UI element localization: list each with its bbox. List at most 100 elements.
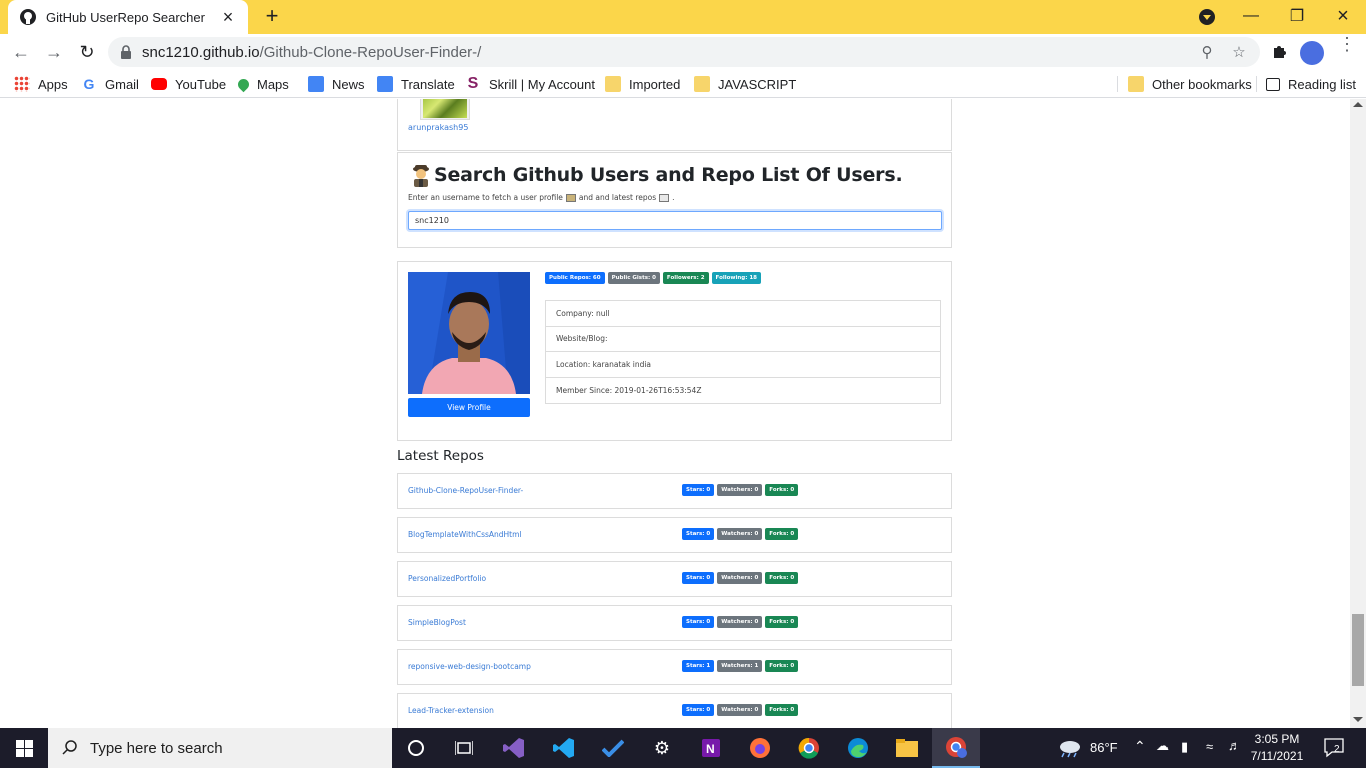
bookmarks-bar: Apps G Gmail YouTube Maps News Translate… (0, 70, 1366, 98)
reading-list[interactable]: Reading list (1266, 75, 1356, 93)
volume-icon[interactable]: ♬ (1228, 738, 1241, 753)
windows-start-icon[interactable] (0, 728, 48, 768)
profile-card-icon (565, 193, 576, 202)
watchers-badge: Watchers: 0 (717, 484, 763, 496)
edge-icon[interactable] (834, 728, 882, 768)
vscode-icon[interactable] (540, 728, 588, 768)
maps-pin-icon (235, 76, 252, 92)
firefox-icon[interactable] (736, 728, 784, 768)
bookmark-other[interactable]: Other bookmarks (1128, 75, 1252, 93)
address-bar[interactable]: snc1210.github.io/Github-Clone-RepoUser-… (108, 37, 1260, 67)
scroll-up-arrow-icon[interactable] (1353, 102, 1363, 107)
repo-row: Github-Clone-RepoUser-Finder- Stars: 0 W… (397, 473, 952, 509)
profile-info-list: Company: null Website/Blog: Location: ka… (545, 300, 941, 404)
scroll-down-arrow-icon[interactable] (1353, 717, 1363, 722)
public-repos-badge: Public Repos: 60 (545, 272, 605, 284)
chrome-profile-active-icon[interactable] (932, 728, 980, 768)
bookmark-youtube[interactable]: YouTube (151, 75, 226, 93)
website-item: Website/Blog: (546, 327, 940, 352)
notifications-icon[interactable]: 2 (1324, 738, 1346, 758)
location-item: Location: karanatak india (546, 352, 940, 378)
bookmark-gmail[interactable]: G Gmail (81, 75, 139, 93)
repo-link[interactable]: SimpleBlogPost (408, 618, 466, 627)
bookmark-translate[interactable]: Translate (377, 75, 455, 93)
repo-link[interactable]: PersonalizedPortfolio (408, 574, 486, 583)
member-since-item: Member Since: 2019-01-26T16:53:54Z (556, 385, 702, 395)
watchers-badge: Watchers: 0 (717, 572, 763, 584)
bookmark-star-icon[interactable]: ☆ (1230, 43, 1248, 61)
onenote-icon[interactable]: N (687, 728, 735, 768)
cortana-icon[interactable] (392, 728, 440, 768)
settings-gear-icon[interactable]: ⚙ (638, 728, 686, 768)
search-card: Search Github Users and Repo List Of Use… (397, 152, 952, 248)
notepad-icon (659, 193, 670, 202)
forward-arrow-icon[interactable]: → (41, 39, 67, 65)
taskbar-clock[interactable]: 3:05 PM 7/11/2021 (1245, 731, 1309, 765)
back-arrow-icon[interactable]: ← (8, 39, 34, 65)
view-profile-button[interactable]: View Profile (408, 398, 530, 417)
restore-button[interactable]: ❐ (1274, 0, 1320, 32)
menu-kebab-icon[interactable]: ⋮ (1338, 35, 1356, 53)
repos-heading: Latest Repos (397, 448, 484, 464)
tab-search-icon[interactable] (1199, 9, 1215, 25)
scroll-thumb[interactable] (1352, 614, 1364, 686)
minimize-button[interactable]: — (1228, 0, 1274, 32)
company-item: Company: null (546, 301, 940, 327)
stars-badge: Stars: 0 (682, 704, 715, 716)
public-gists-badge: Public Gists: 0 (607, 272, 660, 284)
onedrive-cloud-icon[interactable]: ☁ (1156, 738, 1169, 754)
file-explorer-icon[interactable] (883, 728, 931, 768)
url-text: snc1210.github.io/Github-Clone-RepoUser-… (142, 44, 482, 61)
todo-check-icon[interactable] (589, 728, 637, 768)
wifi-icon[interactable]: ≈ (1206, 739, 1213, 754)
repo-link[interactable]: reponsive-web-design-bootcamp (408, 662, 531, 671)
visual-studio-icon[interactable] (490, 728, 538, 768)
previous-user-login[interactable]: arunprakash95 (408, 123, 468, 132)
watchers-badge: Watchers: 0 (717, 528, 763, 540)
battery-icon[interactable]: ▮ (1181, 739, 1188, 755)
temperature-label[interactable]: 86°F (1090, 740, 1118, 755)
close-tab-icon[interactable]: × (220, 8, 236, 26)
forks-badge: Forks: 0 (765, 484, 799, 496)
previous-user-avatar (420, 99, 470, 120)
windows-taskbar: Type here to search ⚙ N 86°F ⌃ ☁ ▮ ≈ ♬ 3… (0, 728, 1366, 768)
task-view-icon[interactable] (440, 728, 488, 768)
zoom-search-icon[interactable]: ⚲ (1198, 43, 1216, 61)
profile-avatar-icon[interactable] (1300, 41, 1324, 65)
profile-badges: Public Repos: 60 Public Gists: 0 Followe… (545, 272, 761, 284)
repo-link[interactable]: Lead-Tracker-extension (408, 706, 494, 715)
bookmark-skrill[interactable]: S Skrill | My Account (465, 75, 595, 93)
bookmark-imported[interactable]: Imported (605, 75, 680, 93)
browser-tab[interactable]: GitHub UserRepo Searcher × (8, 0, 248, 34)
stars-badge: Stars: 0 (682, 572, 715, 584)
browser-title-bar: GitHub UserRepo Searcher × + — ❐ × (0, 0, 1366, 34)
stars-badge: Stars: 0 (682, 616, 715, 628)
taskbar-search-box[interactable]: Type here to search (48, 728, 392, 768)
profile-card: View Profile Public Repos: 60 Public Gis… (397, 261, 952, 441)
search-input[interactable] (408, 211, 942, 230)
bookmark-apps[interactable]: Apps (14, 75, 68, 93)
chrome-icon[interactable] (785, 728, 833, 768)
browser-toolbar: ← → ↻ snc1210.github.io/Github-Clone-Rep… (0, 34, 1366, 70)
tray-chevron-up-icon[interactable]: ⌃ (1134, 738, 1146, 755)
repo-row: Lead-Tracker-extension Stars: 0 Watchers… (397, 693, 952, 728)
weather-cloud-icon (1060, 741, 1080, 758)
reload-icon[interactable]: ↻ (74, 39, 100, 65)
followers-badge: Followers: 2 (662, 272, 709, 284)
folder-icon (694, 76, 710, 92)
repo-row: BlogTemplateWithCssAndHtml Stars: 0 Watc… (397, 517, 952, 553)
extensions-puzzle-icon[interactable] (1271, 42, 1289, 65)
bookmark-maps[interactable]: Maps (235, 75, 289, 93)
bookmark-javascript[interactable]: JAVASCRIPT (694, 75, 796, 93)
repo-link[interactable]: BlogTemplateWithCssAndHtml (408, 530, 522, 539)
forks-badge: Forks: 0 (765, 616, 799, 628)
bookmark-news[interactable]: News (308, 75, 365, 93)
repo-link[interactable]: Github-Clone-RepoUser-Finder- (408, 486, 523, 495)
close-window-button[interactable]: × (1320, 0, 1366, 32)
folder-icon (1128, 76, 1144, 92)
page-viewport: arunprakash95 Search Github Users and Re… (0, 99, 1350, 728)
detective-icon (413, 165, 429, 187)
watchers-badge: Watchers: 1 (717, 660, 763, 672)
new-tab-button[interactable]: + (260, 5, 284, 29)
search-icon (62, 740, 77, 755)
